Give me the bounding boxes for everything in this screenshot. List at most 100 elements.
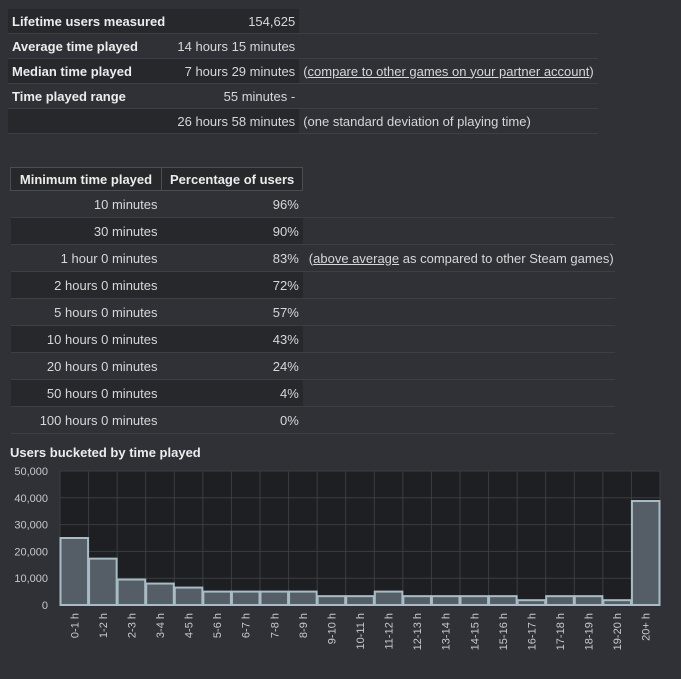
table-row: 20 hours 0 minutes 24% — [10, 353, 615, 380]
stat-value: 55 minutes - — [223, 88, 296, 104]
time-played-table: Minimum time played Percentage of users … — [10, 167, 615, 434]
note-suffix: as compared to other Steam games) — [399, 250, 614, 266]
table-row: 10 hours 0 minutes 43% — [10, 325, 615, 353]
x-tick-label: 1-2 h — [98, 613, 110, 638]
table-row: 5 hours 0 minutes 57% — [10, 299, 615, 326]
min-time-cell: 5 hours 0 minutes — [54, 304, 158, 320]
stat-note: (compare to other games on your partner … — [299, 59, 598, 84]
min-time-cell: 10 minutes — [93, 196, 158, 212]
pct-cell: 24% — [272, 358, 299, 374]
note-suffix: ) — [589, 63, 594, 79]
pct-cell: 0% — [279, 412, 299, 428]
x-tick-label: 7-8 h — [269, 613, 281, 638]
table-row: 10 minutes 96% — [10, 191, 615, 218]
bar — [173, 586, 204, 607]
table-row: 100 hours 0 minutes 0% — [10, 407, 615, 434]
stat-label — [8, 108, 170, 134]
x-tick-label: 20+ h — [641, 613, 653, 641]
stat-label: Time played range — [12, 88, 126, 104]
stats-row: Time played range 55 minutes - — [8, 84, 598, 109]
x-axis: 0-1 h 1-2 h 2-3 h 3-4 h 4-5 h 5-6 h 6-7 h 7-8 h… — [69, 613, 652, 650]
stat-label: Median time played — [8, 58, 170, 84]
bar — [488, 595, 518, 607]
x-tick-label: 12-13 h — [412, 613, 424, 650]
min-time-cell: 2 hours 0 minutes — [10, 271, 162, 299]
y-tick-label: 0 — [42, 600, 48, 612]
table-row: 2 hours 0 minutes 72% — [10, 271, 615, 299]
stat-value: 7 hours 29 minutes — [169, 58, 300, 84]
x-tick-label: 5-6 h — [212, 613, 224, 638]
stat-label: Average time played — [12, 38, 138, 54]
y-tick-label: 30,000 — [14, 520, 48, 532]
bar — [88, 557, 118, 606]
y-axis: 0 10,000 20,000 30,000 40,000 50,000 — [14, 466, 48, 612]
min-time-cell: 20 hours 0 minutes — [46, 358, 158, 374]
x-tick-label: 8-9 h — [298, 613, 310, 638]
min-time-cell: 50 hours 0 minutes — [10, 379, 162, 407]
bar — [545, 595, 575, 607]
table-row: 50 hours 0 minutes 4% — [10, 379, 615, 407]
bar — [345, 595, 375, 607]
stat-label: Lifetime users measured — [8, 9, 170, 34]
x-tick-label: 2-3 h — [126, 613, 138, 638]
stat-note: (one standard deviation of playing time) — [303, 113, 531, 129]
y-tick-label: 10,000 — [14, 573, 48, 585]
x-tick-label: 13-14 h — [441, 613, 453, 650]
bar — [259, 590, 290, 607]
bar — [573, 595, 604, 607]
x-tick-label: 3-4 h — [155, 613, 167, 638]
bar — [459, 595, 490, 607]
x-tick-label: 18-19 h — [584, 613, 596, 650]
bar — [116, 578, 147, 606]
bar — [145, 582, 175, 606]
stats-row: 26 hours 58 minutes (one standard deviat… — [8, 108, 598, 134]
chart-title: Users bucketed by time played — [10, 445, 201, 460]
pct-cell: 43% — [161, 325, 303, 353]
x-tick-label: 14-15 h — [469, 613, 481, 650]
bar — [316, 595, 347, 607]
bar — [373, 590, 404, 607]
bar — [430, 595, 461, 607]
bar — [630, 500, 661, 606]
x-tick-label: 6-7 h — [241, 613, 253, 638]
x-tick-label: 10-11 h — [355, 613, 367, 650]
bar — [230, 590, 261, 607]
bar — [402, 595, 432, 607]
y-tick-label: 20,000 — [14, 546, 48, 558]
pct-cell: 57% — [272, 304, 299, 320]
x-tick-label: 0-1 h — [69, 613, 81, 638]
min-time-cell: 30 minutes — [10, 217, 162, 245]
x-tick-label: 11-12 h — [384, 613, 396, 650]
stats-row: Average time played 14 hours 15 minutes — [8, 34, 598, 59]
table-row: 30 minutes 90% — [10, 217, 615, 245]
min-time-cell: 100 hours 0 minutes — [39, 412, 158, 428]
min-time-cell: 10 hours 0 minutes — [10, 325, 162, 353]
x-tick-label: 19-20 h — [612, 613, 624, 650]
table-row: 1 hour 0 minutes 83% (above average as com… — [10, 245, 615, 272]
y-tick-label: 40,000 — [14, 493, 48, 505]
min-time-cell: 1 hour 0 minutes — [60, 250, 158, 266]
pct-cell: 4% — [161, 379, 303, 407]
bar — [59, 537, 90, 606]
stats-row: Lifetime users measured 154,625 — [8, 9, 598, 34]
x-tick-label: 4-5 h — [184, 613, 196, 638]
x-tick-label: 15-16 h — [498, 613, 510, 650]
stat-note — [299, 34, 598, 59]
x-tick-label: 9-10 h — [326, 613, 338, 644]
x-tick-label: 16-17 h — [526, 613, 538, 650]
bar — [288, 590, 318, 607]
y-tick-label: 50,000 — [14, 466, 48, 478]
stats-table: Lifetime users measured 154,625 Average … — [8, 9, 598, 134]
stat-note — [299, 84, 598, 109]
pct-cell: 83% — [272, 250, 299, 266]
compare-link[interactable]: compare to other games on your partner a… — [308, 64, 590, 79]
header-minimum-time: Minimum time played — [10, 167, 162, 191]
pct-cell: 72% — [161, 271, 303, 299]
above-average-link[interactable]: above average — [313, 251, 399, 266]
row-note: (above average as compared to other Stea… — [303, 245, 615, 272]
pct-cell: 96% — [272, 196, 299, 212]
header-percentage: Percentage of users — [160, 167, 304, 191]
histogram-chart: 0 10,000 20,000 30,000 40,000 50,000 0-1 h 1-2… — [14, 466, 661, 650]
stat-value: 154,625 — [169, 9, 300, 34]
stat-value: 14 hours 15 minutes — [177, 38, 296, 54]
